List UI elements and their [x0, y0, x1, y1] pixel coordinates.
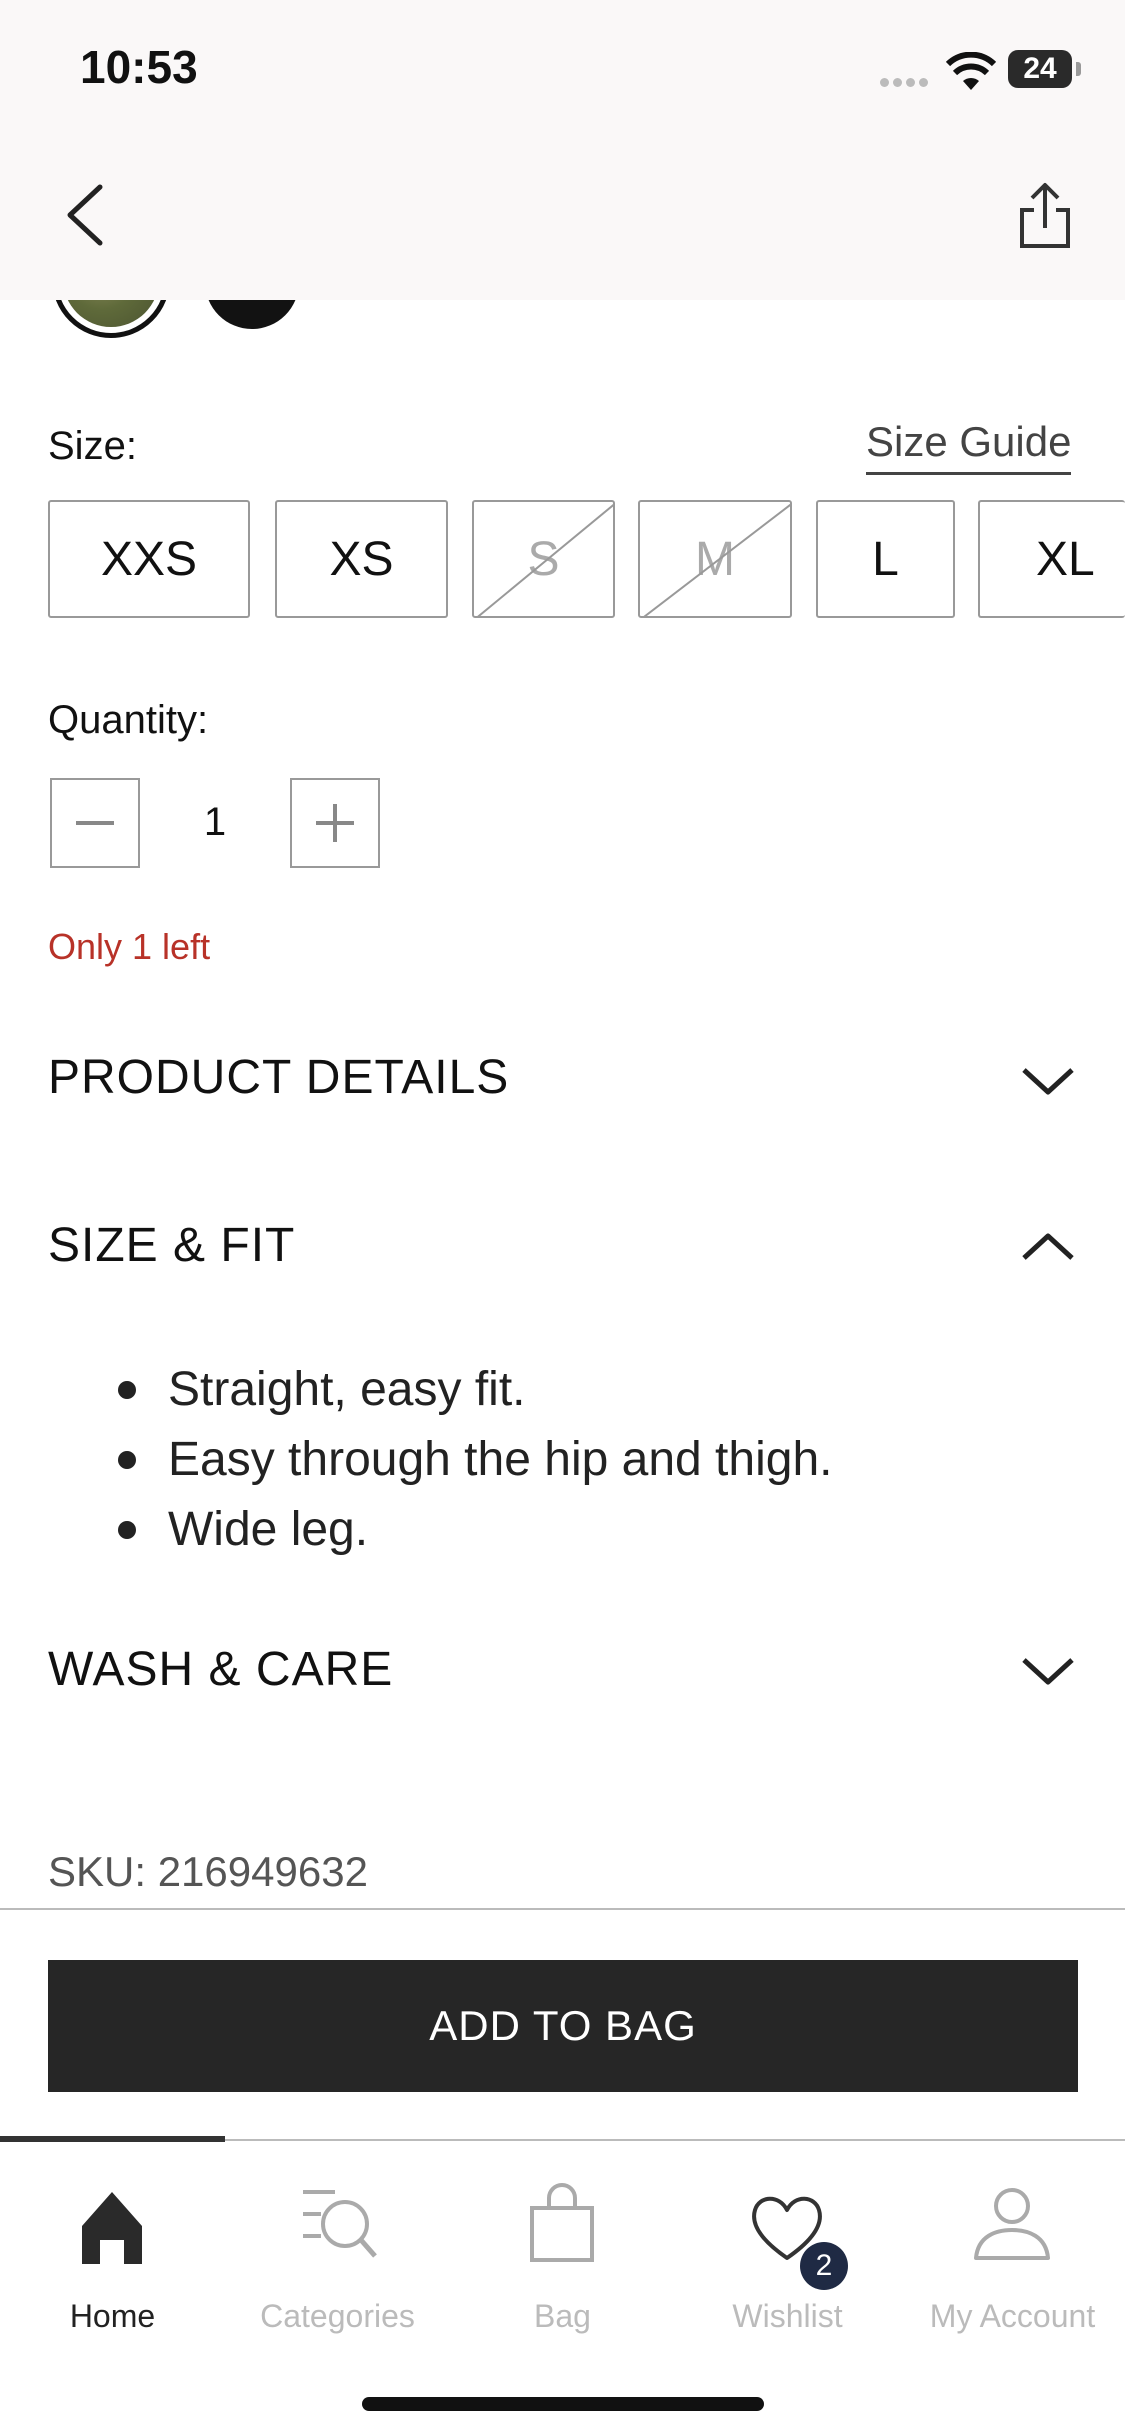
status-time: 10:53	[80, 41, 198, 93]
chevron-down-icon[interactable]	[1018, 1650, 1078, 1690]
size-option-xxs[interactable]: XXS	[48, 500, 250, 618]
tab-label: Bag	[534, 2298, 591, 2334]
size-option-s-unavailable[interactable]: S	[472, 500, 615, 618]
tab-my-account[interactable]: My Account	[900, 2180, 1125, 2334]
bullet-icon	[118, 1451, 136, 1469]
chevron-up-icon[interactable]	[1018, 1226, 1078, 1266]
divider	[0, 1908, 1125, 1910]
wash-care-header[interactable]: WASH & CARE	[48, 1642, 393, 1697]
unavailable-slash-icon	[643, 503, 790, 616]
size-option-label: XXS	[100, 532, 198, 586]
tab-label: Home	[69, 2298, 156, 2334]
product-details-header[interactable]: PRODUCT DETAILS	[48, 1050, 509, 1105]
size-label: Size:	[48, 424, 137, 468]
wishlist-count-badge: 2	[800, 2242, 848, 2290]
categories-search-icon	[303, 2190, 377, 2258]
back-button[interactable]	[50, 175, 120, 255]
quantity-decrease-button[interactable]	[50, 778, 140, 868]
stock-notice: Only 1 left	[48, 926, 211, 967]
tab-wishlist[interactable]: Wishlist	[675, 2180, 900, 2334]
size-option-l[interactable]: L	[816, 500, 955, 618]
bullet-icon	[118, 1521, 136, 1539]
home-indicator	[362, 2397, 764, 2411]
battery-tip	[1076, 62, 1081, 76]
tab-label: Categories	[260, 2298, 415, 2334]
tab-label: Wishlist	[732, 2298, 843, 2334]
list-item: Easy through the hip and thigh.	[118, 1425, 832, 1495]
quantity-increase-button[interactable]	[290, 778, 380, 868]
bag-icon	[530, 2183, 594, 2262]
size-option-m-unavailable[interactable]: M	[638, 500, 792, 618]
size-option-label: XL	[1036, 532, 1095, 586]
list-item: Wide leg.	[118, 1495, 832, 1565]
home-icon	[82, 2192, 142, 2264]
size-fit-list: Straight, easy fit. Easy through the hip…	[118, 1355, 832, 1565]
tab-categories[interactable]: Categories	[225, 2180, 450, 2334]
quantity-value: 1	[203, 800, 227, 844]
size-option-label: L	[872, 532, 899, 586]
list-item: Straight, easy fit.	[118, 1355, 832, 1425]
active-tab-indicator	[0, 2136, 225, 2142]
cellular-signal-icon	[880, 74, 932, 92]
list-item-text: Easy through the hip and thigh.	[168, 1433, 833, 1486]
size-fit-header[interactable]: SIZE & FIT	[48, 1218, 295, 1273]
chevron-down-icon[interactable]	[1018, 1060, 1078, 1100]
plus-icon	[316, 804, 354, 842]
user-icon	[974, 2188, 1050, 2260]
size-option-xl[interactable]: XL	[978, 500, 1125, 618]
battery-icon: 24	[1008, 50, 1072, 88]
minus-icon	[76, 821, 114, 825]
tab-home[interactable]: Home	[0, 2180, 225, 2334]
tab-label: My Account	[929, 2298, 1096, 2334]
add-to-bag-button[interactable]: ADD TO BAG	[48, 1960, 1078, 2092]
list-item-text: Wide leg.	[168, 1503, 369, 1556]
list-item-text: Straight, easy fit.	[168, 1363, 526, 1416]
size-guide-link[interactable]: Size Guide	[866, 418, 1072, 475]
share-button[interactable]	[1010, 178, 1080, 258]
heart-icon	[752, 2196, 822, 2260]
size-option-label: XS	[329, 532, 394, 586]
unavailable-slash-icon	[477, 504, 613, 616]
quantity-label: Quantity:	[48, 698, 209, 742]
sku-text: SKU: 216949632	[48, 1848, 368, 1895]
bullet-icon	[118, 1381, 136, 1399]
size-option-xs[interactable]: XS	[275, 500, 448, 618]
wifi-icon	[946, 52, 996, 90]
top-bar: 10:53 24	[0, 0, 1125, 300]
tab-bag[interactable]: Bag	[450, 2180, 675, 2334]
